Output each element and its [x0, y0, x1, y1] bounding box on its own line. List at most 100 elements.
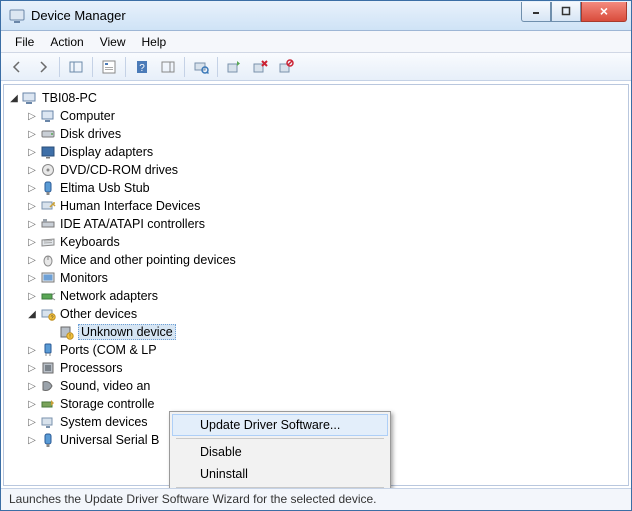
tree-category[interactable]: ▷ IDE ATA/ATAPI controllers	[8, 215, 628, 233]
tree-category[interactable]: ▷ Disk drives	[8, 125, 628, 143]
tree-category[interactable]: ▷ Sound, video an	[8, 377, 628, 395]
category-label: Sound, video an	[60, 379, 150, 393]
tree-root[interactable]: ◢ TBI08-PC	[8, 89, 628, 107]
device-icon	[40, 432, 56, 448]
device-manager-window: Device Manager × File Action View Help ?	[0, 0, 632, 511]
content-area: ◢ TBI08-PC ▷Computer▷Disk drives▷Display…	[1, 81, 631, 488]
scan-hardware-button[interactable]	[189, 55, 213, 79]
expand-arrow-icon[interactable]: ▷	[26, 381, 38, 392]
tree-category[interactable]: ▷ Monitors	[8, 269, 628, 287]
tree-category[interactable]: ▷Computer	[8, 107, 628, 125]
tree-category[interactable]: ▷ Processors	[8, 359, 628, 377]
device-icon	[40, 414, 56, 430]
device-icon	[40, 198, 56, 214]
expand-arrow-icon[interactable]: ▷	[26, 237, 38, 248]
category-label: Network adapters	[60, 289, 158, 303]
category-label: Disk drives	[60, 127, 121, 141]
context-menu: Update Driver Software... Disable Uninst…	[169, 411, 391, 488]
show-hide-console-button[interactable]	[64, 55, 88, 79]
device-icon	[40, 342, 56, 358]
expand-arrow-icon[interactable]: ▷	[26, 435, 38, 446]
app-icon	[9, 8, 25, 24]
uninstall-button[interactable]	[248, 55, 272, 79]
menu-file[interactable]: File	[7, 33, 42, 51]
action-pane-button[interactable]	[156, 55, 180, 79]
expand-arrow-icon[interactable]: ▷	[26, 147, 38, 158]
forward-button[interactable]	[31, 55, 55, 79]
maximize-button[interactable]	[551, 2, 581, 22]
close-button[interactable]: ×	[581, 2, 627, 22]
device-icon	[40, 108, 56, 124]
expand-arrow-icon[interactable]: ◢	[26, 309, 38, 320]
tree-category[interactable]: ▷ Eltima Usb Stub	[8, 179, 628, 197]
category-label: Universal Serial B	[60, 433, 159, 447]
tree-device-unknown[interactable]: !Unknown device	[8, 323, 628, 341]
computer-icon	[22, 90, 38, 106]
context-update-driver[interactable]: Update Driver Software...	[172, 414, 388, 436]
category-label: Human Interface Devices	[60, 199, 200, 213]
category-label: Processors	[60, 361, 123, 375]
expand-arrow-icon[interactable]: ▷	[26, 399, 38, 410]
expand-arrow-icon[interactable]: ▷	[26, 201, 38, 212]
window-title: Device Manager	[31, 8, 521, 23]
root-label: TBI08-PC	[42, 91, 97, 105]
tree-category[interactable]: ▷ Human Interface Devices	[8, 197, 628, 215]
device-icon	[40, 126, 56, 142]
device-icon	[40, 270, 56, 286]
device-icon	[40, 216, 56, 232]
back-button[interactable]	[5, 55, 29, 79]
menubar: File Action View Help	[1, 31, 631, 53]
unknown-device-icon: !	[58, 324, 74, 340]
expand-arrow-icon[interactable]: ▷	[26, 129, 38, 140]
expand-arrow-icon[interactable]: ▷	[26, 345, 38, 356]
expand-arrow-icon[interactable]: ▷	[26, 363, 38, 374]
tree-category[interactable]: ▷ Mice and other pointing devices	[8, 251, 628, 269]
category-label: DVD/CD-ROM drives	[60, 163, 178, 177]
expand-arrow-icon[interactable]: ▷	[26, 111, 38, 122]
category-label: Mice and other pointing devices	[60, 253, 236, 267]
tree-category[interactable]: ▷ Display adapters	[8, 143, 628, 161]
statusbar: Launches the Update Driver Software Wiza…	[1, 488, 631, 510]
svg-text:?: ?	[139, 63, 145, 74]
category-label: IDE ATA/ATAPI controllers	[60, 217, 205, 231]
category-label: Monitors	[60, 271, 108, 285]
menu-view[interactable]: View	[92, 33, 134, 51]
minimize-button[interactable]	[521, 2, 551, 22]
context-disable[interactable]: Disable	[172, 441, 388, 463]
expand-arrow-icon[interactable]: ▷	[26, 219, 38, 230]
device-icon	[40, 378, 56, 394]
menu-action[interactable]: Action	[42, 33, 91, 51]
properties-button[interactable]	[97, 55, 121, 79]
category-label: Display adapters	[60, 145, 153, 159]
context-uninstall[interactable]: Uninstall	[172, 463, 388, 485]
disable-button[interactable]	[274, 55, 298, 79]
category-label: Eltima Usb Stub	[60, 181, 150, 195]
expand-arrow-icon[interactable]: ▷	[26, 291, 38, 302]
menu-help[interactable]: Help	[134, 33, 175, 51]
tree-category[interactable]: ◢? Other devices	[8, 305, 628, 323]
expand-arrow-icon[interactable]: ▷	[26, 183, 38, 194]
device-icon	[40, 234, 56, 250]
toolbar: ?	[1, 53, 631, 81]
expand-arrow-icon[interactable]: ◢	[8, 93, 20, 104]
expand-arrow-icon[interactable]: ▷	[26, 417, 38, 428]
expand-arrow-icon[interactable]: ▷	[26, 165, 38, 176]
tree-category[interactable]: ▷ DVD/CD-ROM drives	[8, 161, 628, 179]
device-icon	[40, 180, 56, 196]
category-label: Other devices	[60, 307, 137, 321]
help-button[interactable]: ?	[130, 55, 154, 79]
device-icon	[40, 162, 56, 178]
category-label: System devices	[60, 415, 148, 429]
expand-arrow-icon[interactable]: ▷	[26, 255, 38, 266]
titlebar: Device Manager ×	[1, 1, 631, 31]
category-label: Keyboards	[60, 235, 120, 249]
tree-category[interactable]: ▷ Keyboards	[8, 233, 628, 251]
expand-arrow-icon[interactable]: ▷	[26, 273, 38, 284]
device-icon	[40, 288, 56, 304]
svg-text:?: ?	[50, 316, 53, 322]
tree-category[interactable]: ▷ Network adapters	[8, 287, 628, 305]
tree-category[interactable]: ▷ Ports (COM & LP	[8, 341, 628, 359]
update-driver-button[interactable]	[222, 55, 246, 79]
context-separator	[176, 487, 384, 488]
category-label: Ports (COM & LP	[60, 343, 157, 357]
